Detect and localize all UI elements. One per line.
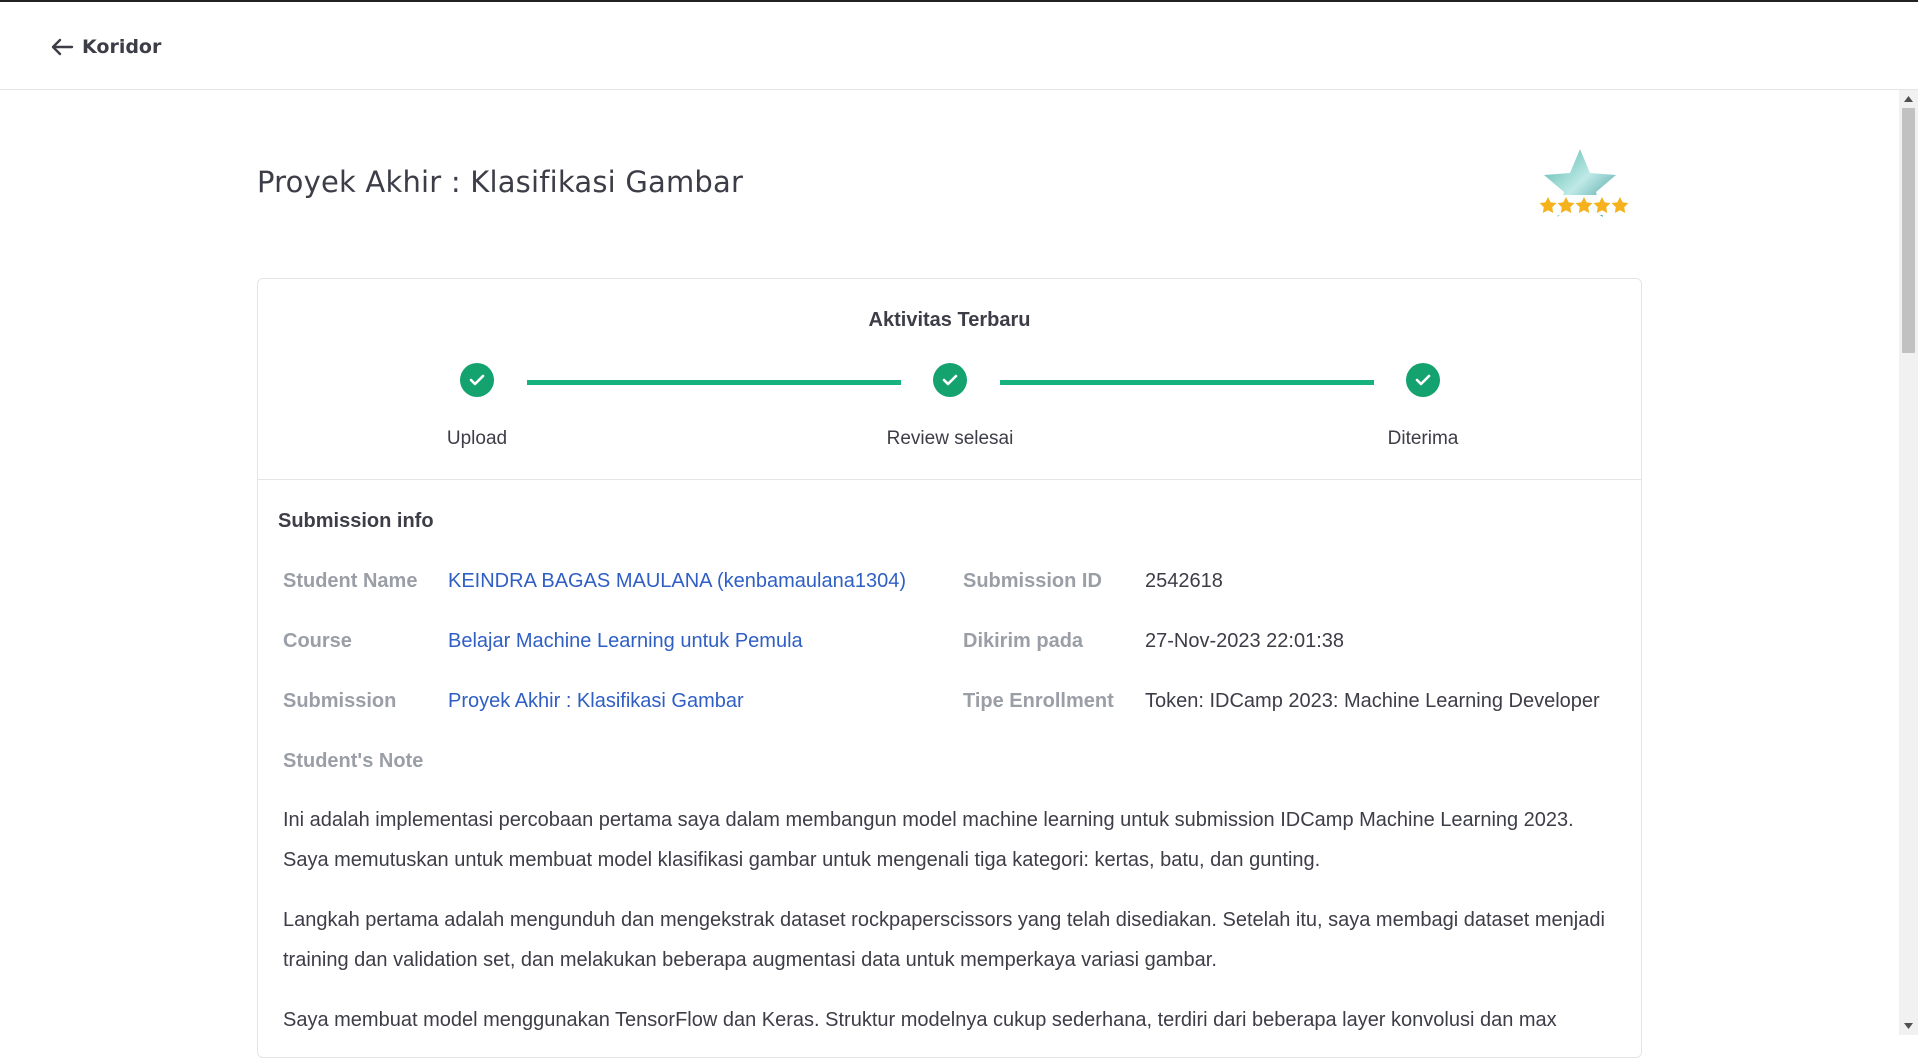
submission-label: Submission — [283, 690, 397, 712]
submission-info-title: Submission info — [278, 510, 434, 532]
scroll-down-icon[interactable] — [1899, 1017, 1918, 1035]
step-label-review: Review selesai — [886, 428, 1014, 449]
sent-date-label: Dikirim pada — [963, 630, 1084, 652]
back-label: Koridor — [82, 36, 162, 58]
step-connector-1 — [527, 380, 901, 385]
course-link[interactable]: Belajar Machine Learning untuk Pemula — [448, 630, 803, 653]
step-diterima-check-icon — [1406, 363, 1440, 397]
submission-link[interactable]: Proyek Akhir : Klasifikasi Gambar — [448, 690, 744, 713]
step-connector-2 — [1000, 380, 1374, 385]
step-review-check-icon — [933, 363, 967, 397]
student-note-paragraph-2: Langkah pertama adalah mengunduh dan men… — [283, 909, 1605, 971]
step-label-diterima: Diterima — [1387, 428, 1459, 449]
activity-tracker: Aktivitas Terbaru Upload Review selesai … — [258, 279, 1641, 480]
enrollment-type-value: Token: IDCamp 2023: Machine Learning Dev… — [1145, 690, 1600, 712]
enrollment-type-label: Tipe Enrollment — [963, 690, 1114, 712]
scroll-up-icon[interactable] — [1899, 90, 1918, 108]
back-to-koridor-link[interactable]: Koridor — [50, 30, 161, 64]
activity-title: Aktivitas Terbaru — [868, 309, 1031, 331]
submission-id-label: Submission ID — [963, 570, 1102, 592]
top-header: Koridor — [0, 2, 1918, 90]
arrow-left-icon — [50, 37, 74, 57]
submission-card: Aktivitas Terbaru Upload Review selesai … — [257, 278, 1642, 1058]
step-upload-check-icon — [460, 363, 494, 397]
student-note-paragraph-3: Saya membuat model menggunakan TensorFlo… — [283, 1009, 1557, 1031]
page-title: Proyek Akhir : Klasifikasi Gambar — [257, 165, 744, 199]
star-rating-badge-icon — [1528, 145, 1632, 230]
step-label-upload: Upload — [446, 428, 508, 449]
student-note-label: Student's Note — [283, 750, 424, 772]
sent-date-value: 27-Nov-2023 22:01:38 — [1145, 630, 1345, 652]
course-label: Course — [283, 630, 352, 652]
vertical-scrollbar[interactable] — [1899, 90, 1918, 1035]
student-name-link[interactable]: KEINDRA BAGAS MAULANA (kenbamaulana1304) — [448, 570, 906, 593]
scrollbar-thumb[interactable] — [1902, 108, 1915, 353]
submission-id-value: 2542618 — [1145, 570, 1223, 592]
student-name-label: Student Name — [283, 570, 418, 592]
student-note-paragraph-1: Ini adalah implementasi percobaan pertam… — [283, 809, 1574, 871]
